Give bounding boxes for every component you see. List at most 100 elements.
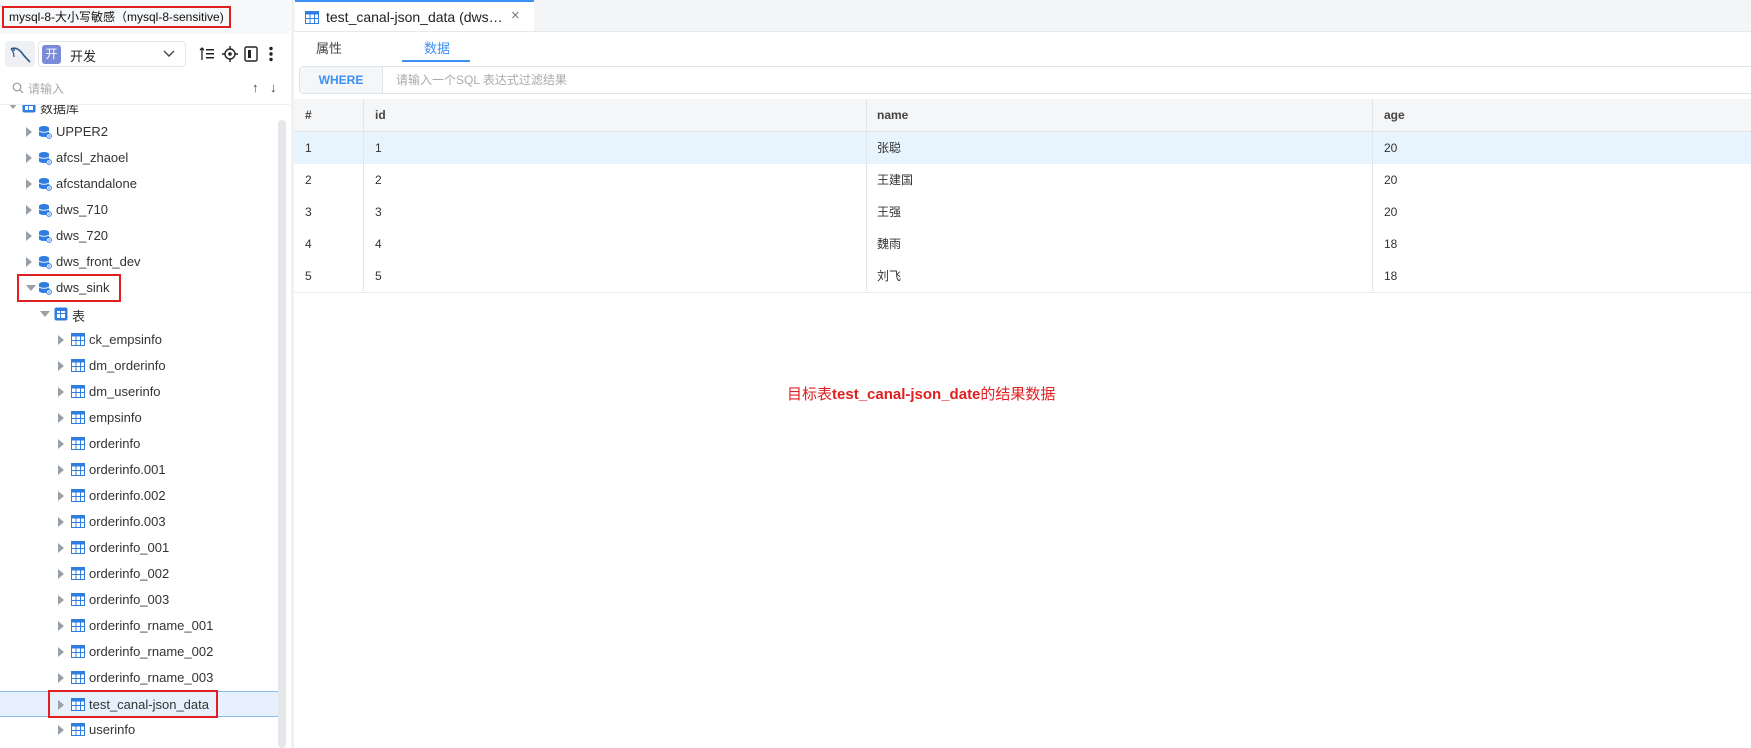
table-row[interactable]: 2 2 王建国 20 <box>294 164 1751 197</box>
table-row[interactable]: 1 1 张聪 20 <box>294 132 1751 165</box>
tree-item-table[interactable]: orderinfo_002 <box>0 561 278 587</box>
tree-item-database[interactable]: dws_710 <box>0 197 278 223</box>
tree-item-table[interactable]: orderinfo.003 <box>0 509 278 535</box>
caret-right-icon[interactable] <box>58 335 64 345</box>
cell-index[interactable]: 3 <box>305 196 312 228</box>
search-input[interactable] <box>28 79 228 99</box>
caret-right-icon[interactable] <box>58 595 64 605</box>
tree-item-table[interactable]: orderinfo_rname_002 <box>0 639 278 665</box>
tree-item-table-group[interactable]: 表 <box>0 301 278 327</box>
column-header-id[interactable]: id <box>375 99 386 131</box>
tree-item-label: 表 <box>72 309 86 324</box>
caret-down-icon[interactable] <box>40 311 50 317</box>
cell-name[interactable]: 刘飞 <box>877 260 901 292</box>
tree-item-table[interactable]: orderinfo_001 <box>0 535 278 561</box>
tree-item-table[interactable]: orderinfo.002 <box>0 483 278 509</box>
environment-select[interactable]: 开 开发 <box>38 41 186 67</box>
tree-item-table[interactable]: dm_orderinfo <box>0 353 278 379</box>
caret-right-icon[interactable] <box>58 673 64 683</box>
caret-right-icon[interactable] <box>58 361 64 371</box>
table-icon <box>71 723 85 737</box>
caret-right-icon[interactable] <box>58 621 64 631</box>
cell-id[interactable]: 1 <box>375 132 382 164</box>
caret-right-icon[interactable] <box>26 179 32 189</box>
tree-item-table[interactable]: userinfo <box>0 717 278 743</box>
close-icon[interactable]: × <box>511 7 520 24</box>
where-button[interactable]: WHERE <box>300 67 383 93</box>
sidebar: mysql-8-大小写敏感（mysql-8-sensitive) 开 开发 请输… <box>0 0 290 748</box>
cell-age[interactable]: 20 <box>1384 196 1397 228</box>
caret-right-icon[interactable] <box>26 127 32 137</box>
cell-id[interactable]: 4 <box>375 228 382 260</box>
tree-item-label: orderinfo_002 <box>89 566 170 581</box>
tree-item-databases[interactable]: 数据库 <box>0 105 278 119</box>
list-sort-icon[interactable] <box>197 44 217 64</box>
column-header-index[interactable]: # <box>305 99 312 131</box>
cell-age[interactable]: 18 <box>1384 228 1397 260</box>
caret-right-icon[interactable] <box>26 257 32 267</box>
cell-id[interactable]: 2 <box>375 164 382 196</box>
caret-right-icon[interactable] <box>58 543 64 553</box>
tab-test-canal-json-data[interactable]: test_canal-json_data (dws… × <box>295 0 534 31</box>
tree-item-database[interactable]: UPPER2 <box>0 119 278 145</box>
cell-age[interactable]: 20 <box>1384 132 1397 164</box>
cell-age[interactable]: 20 <box>1384 164 1397 196</box>
caret-down-icon[interactable] <box>8 105 18 109</box>
caret-right-icon[interactable] <box>58 647 64 657</box>
caret-right-icon[interactable] <box>58 725 64 735</box>
caret-right-icon[interactable] <box>26 231 32 241</box>
more-icon[interactable] <box>261 44 281 64</box>
sort-descending-icon[interactable]: ↓ <box>270 80 277 95</box>
cell-index[interactable]: 4 <box>305 228 312 260</box>
table-row[interactable]: 3 3 王强 20 <box>294 196 1751 229</box>
cell-id[interactable]: 5 <box>375 260 382 292</box>
locate-icon[interactable] <box>220 44 240 64</box>
panel-toggle-icon[interactable] <box>241 44 261 64</box>
tree-item-table[interactable]: orderinfo_003 <box>0 587 278 613</box>
tree-item-database[interactable]: dws_front_dev <box>0 249 278 275</box>
cell-id[interactable]: 3 <box>375 196 382 228</box>
table-icon <box>71 437 85 451</box>
column-header-name[interactable]: name <box>877 99 908 131</box>
tree-item-database[interactable]: afcsl_zhaoel <box>0 145 278 171</box>
tree-item-label: orderinfo_001 <box>89 540 170 555</box>
caret-right-icon[interactable] <box>58 387 64 397</box>
caret-right-icon[interactable] <box>58 517 64 527</box>
caret-right-icon[interactable] <box>58 569 64 579</box>
caret-right-icon[interactable] <box>26 205 32 215</box>
caret-right-icon[interactable] <box>58 465 64 475</box>
table-row[interactable]: 4 4 魏雨 18 <box>294 228 1751 261</box>
tree-item-table[interactable]: orderinfo_rname_003 <box>0 665 278 691</box>
cell-index[interactable]: 1 <box>305 132 312 164</box>
caret-right-icon[interactable] <box>58 491 64 501</box>
sort-ascending-icon[interactable]: ↑ <box>252 80 259 95</box>
tree-scrollbar[interactable] <box>278 120 286 748</box>
tree-item-table[interactable]: orderinfo.001 <box>0 457 278 483</box>
column-header-age[interactable]: age <box>1384 99 1405 131</box>
tree-item-table[interactable]: dm_userinfo <box>0 379 278 405</box>
tree-item-table[interactable]: orderinfo_rname_001 <box>0 613 278 639</box>
connection-title[interactable]: mysql-8-大小写敏感（mysql-8-sensitive) <box>2 6 231 28</box>
cell-name[interactable]: 王建国 <box>877 164 913 196</box>
tab-properties[interactable]: 属性 <box>316 38 342 57</box>
mysql-dolphin-icon[interactable] <box>5 41 35 67</box>
tree-item-table[interactable]: empsinfo <box>0 405 278 431</box>
tree-item-table[interactable]: ck_empsinfo <box>0 327 278 353</box>
database-icon <box>38 203 52 217</box>
tree-item-label: orderinfo_rname_001 <box>89 618 214 633</box>
table-row[interactable]: 5 5 刘飞 18 <box>294 260 1751 293</box>
tree-item-database[interactable]: dws_720 <box>0 223 278 249</box>
caret-right-icon[interactable] <box>58 439 64 449</box>
caret-right-icon[interactable] <box>58 413 64 423</box>
caret-right-icon[interactable] <box>26 153 32 163</box>
cell-name[interactable]: 王强 <box>877 196 901 228</box>
cell-name[interactable]: 魏雨 <box>877 228 901 260</box>
tree-item-table[interactable]: orderinfo <box>0 431 278 457</box>
cell-index[interactable]: 2 <box>305 164 312 196</box>
where-input[interactable] <box>396 70 1296 90</box>
cell-index[interactable]: 5 <box>305 260 312 292</box>
cell-age[interactable]: 18 <box>1384 260 1397 292</box>
tree-item-database[interactable]: afcstandalone <box>0 171 278 197</box>
cell-name[interactable]: 张聪 <box>877 132 901 164</box>
tab-data[interactable]: 数据 <box>424 38 450 57</box>
